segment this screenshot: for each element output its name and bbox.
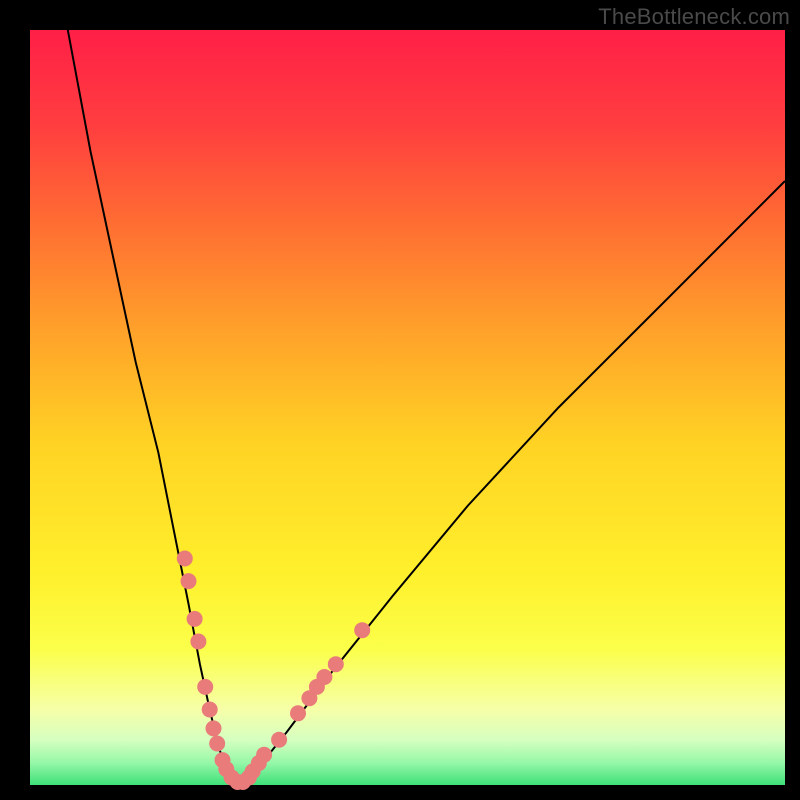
- scatter-point: [197, 679, 213, 695]
- scatter-point: [256, 747, 272, 763]
- scatter-point: [202, 702, 218, 718]
- scatter-point: [316, 669, 332, 685]
- scatter-point: [187, 611, 203, 627]
- chart-svg: [0, 0, 800, 800]
- plot-background: [30, 30, 785, 785]
- watermark-text: TheBottleneck.com: [598, 4, 790, 30]
- scatter-point: [354, 622, 370, 638]
- scatter-point: [328, 656, 344, 672]
- chart-container: TheBottleneck.com: [0, 0, 800, 800]
- scatter-point: [206, 720, 222, 736]
- scatter-point: [181, 573, 197, 589]
- scatter-point: [177, 551, 193, 567]
- scatter-point: [190, 634, 206, 650]
- scatter-point: [209, 736, 225, 752]
- scatter-point: [290, 705, 306, 721]
- scatter-point: [271, 732, 287, 748]
